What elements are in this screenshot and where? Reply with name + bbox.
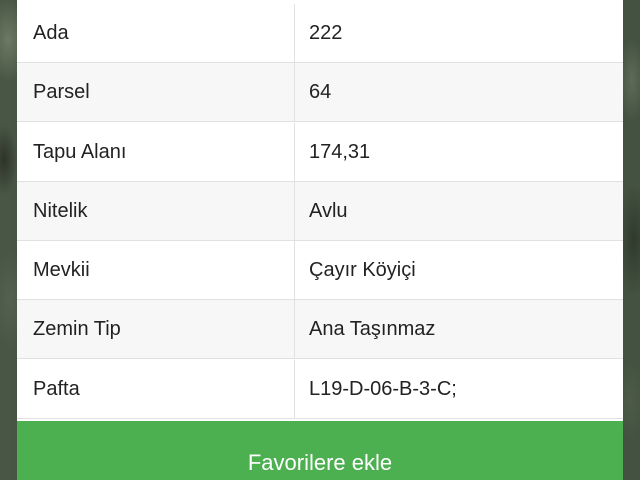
row-value: Avlu xyxy=(309,200,348,222)
row-label: Mevkii xyxy=(33,259,90,281)
row-label: Nitelik xyxy=(33,200,88,222)
info-row-pafta: Pafta L19-D-06-B-3-C; xyxy=(17,360,623,419)
info-row-zemin-tip: Zemin Tip Ana Taşınmaz xyxy=(17,300,623,359)
row-value: 222 xyxy=(309,22,343,44)
row-value: 174,31 xyxy=(309,141,371,163)
info-row-tapu-alani: Tapu Alanı 174,31 xyxy=(17,123,623,182)
parcel-info-panel: Ada 222 Parsel 64 Tapu Alanı 174,31 Nite… xyxy=(17,0,623,480)
column-divider xyxy=(294,4,295,62)
info-row-nitelik: Nitelik Avlu xyxy=(17,182,623,241)
column-divider xyxy=(294,241,295,299)
column-divider xyxy=(294,182,295,240)
row-label: Tapu Alanı xyxy=(33,141,127,163)
info-row-parsel: Parsel 64 xyxy=(17,63,623,122)
add-to-favorites-button[interactable]: Favorilere ekle xyxy=(17,421,623,480)
row-value: Çayır Köyiçi xyxy=(309,259,416,281)
column-divider xyxy=(294,360,295,418)
info-row-mevkii: Mevkii Çayır Köyiçi xyxy=(17,241,623,300)
column-divider xyxy=(294,300,295,358)
row-label: Ada xyxy=(33,22,69,44)
info-row-ada: Ada 222 xyxy=(17,4,623,63)
row-value: L19-D-06-B-3-C; xyxy=(309,378,457,400)
column-divider xyxy=(294,63,295,121)
row-label: Zemin Tip xyxy=(33,318,121,340)
column-divider xyxy=(294,123,295,181)
row-label: Pafta xyxy=(33,378,80,400)
row-value: 64 xyxy=(309,81,332,103)
row-value: Ana Taşınmaz xyxy=(309,318,436,340)
row-label: Parsel xyxy=(33,81,90,103)
